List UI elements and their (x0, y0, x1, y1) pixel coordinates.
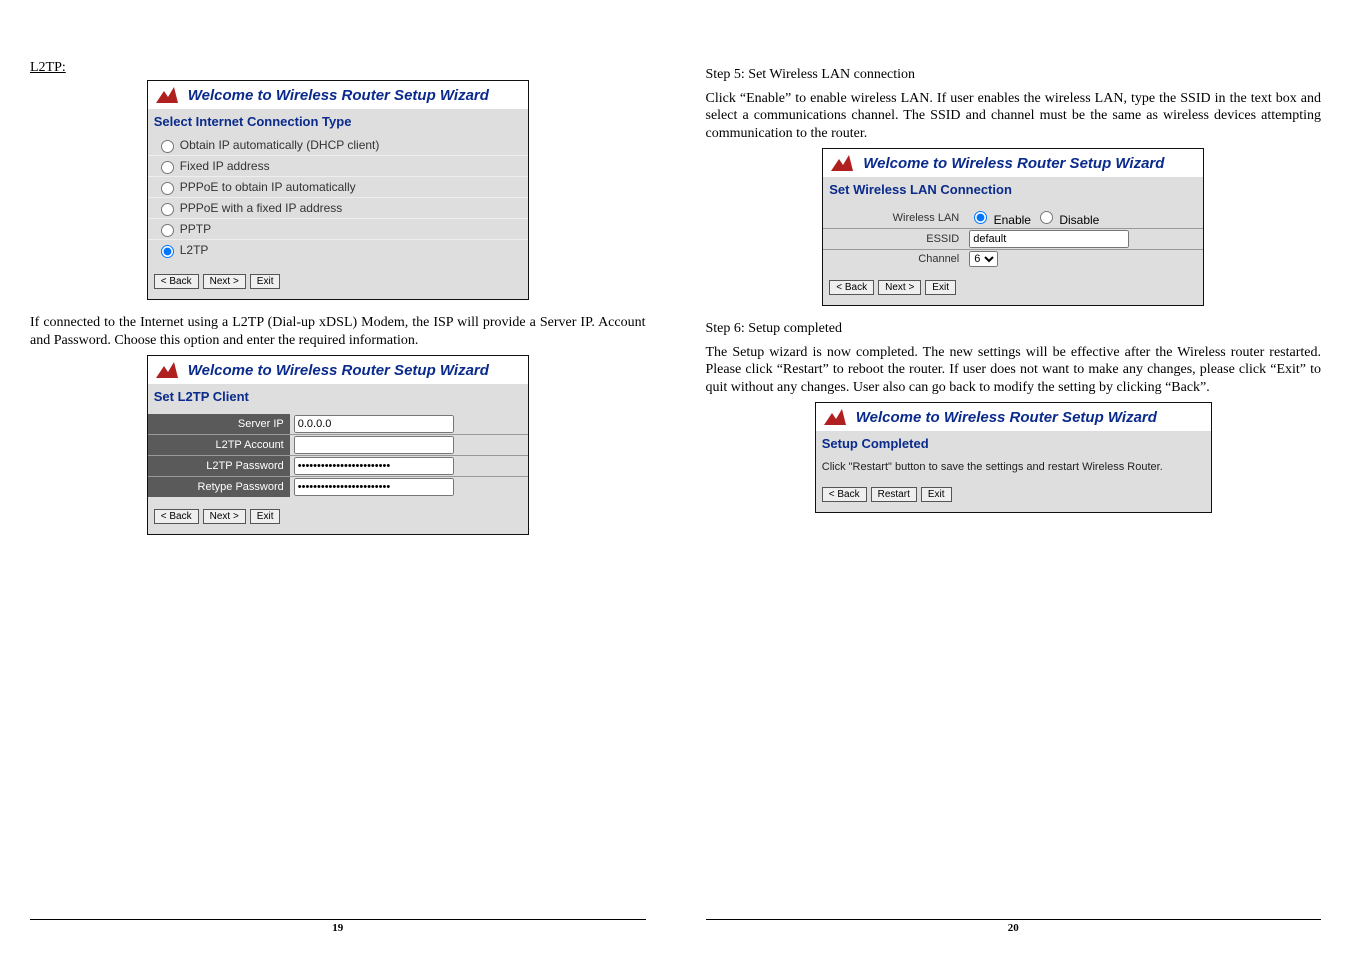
option-label: Fixed IP address (180, 159, 270, 173)
label-l2tp-password: L2TP Password (148, 456, 290, 476)
radio-pppoe-fixed[interactable] (161, 203, 174, 216)
l2tp-password-input[interactable] (294, 457, 454, 475)
page-number-left: 19 (30, 919, 646, 934)
wizard-header: Welcome to Wireless Router Setup Wizard (148, 356, 528, 385)
router-logo-icon (154, 85, 180, 105)
disable-option[interactable]: Disable (1035, 208, 1099, 227)
exit-button[interactable]: Exit (925, 280, 956, 295)
label-channel: Channel (823, 250, 965, 268)
wizard-header: Welcome to Wireless Router Setup Wizard (823, 149, 1203, 178)
option-dhcp[interactable]: Obtain IP automatically (DHCP client) (148, 135, 528, 155)
wizard-l2tp-client: Welcome to Wireless Router Setup Wizard … (147, 355, 529, 535)
option-label: Obtain IP automatically (DHCP client) (180, 138, 380, 152)
option-l2tp[interactable]: L2TP (148, 239, 528, 260)
next-button[interactable]: Next > (203, 509, 246, 524)
label-essid: ESSID (823, 229, 965, 249)
wizard-header: Welcome to Wireless Router Setup Wizard (148, 81, 528, 110)
router-logo-icon (822, 407, 848, 427)
exit-button[interactable]: Exit (921, 487, 952, 502)
page-left-content: L2TP: Welcome to Wireless Router Setup W… (30, 60, 646, 919)
essid-input[interactable] (969, 230, 1129, 248)
page-right: Step 5: Set Wireless LAN connection Clic… (676, 0, 1351, 954)
wizard-title: Welcome to Wireless Router Setup Wizard (188, 87, 489, 104)
wizard-subtitle: Setup Completed (816, 432, 1211, 455)
radio-enable[interactable] (974, 211, 987, 224)
back-button[interactable]: < Back (822, 487, 867, 502)
row-channel: Channel 6 (823, 249, 1203, 268)
page-number-right: 20 (706, 919, 1322, 934)
back-button[interactable]: < Back (154, 509, 199, 524)
wizard-buttons: < Back Restart Exit (816, 475, 1211, 512)
wizard-form: Server IP L2TP Account L2TP Password Ret… (148, 408, 528, 497)
next-button[interactable]: Next > (203, 274, 246, 289)
l2tp-account-input[interactable] (294, 436, 454, 454)
row-retype-password: Retype Password (148, 476, 528, 497)
wizard-options: Obtain IP automatically (DHCP client) Fi… (148, 133, 528, 262)
radio-l2tp[interactable] (161, 245, 174, 258)
exit-button[interactable]: Exit (250, 274, 281, 289)
wizard-select-connection: Welcome to Wireless Router Setup Wizard … (147, 80, 529, 300)
option-pppoe-fixed[interactable]: PPPoE with a fixed IP address (148, 197, 528, 218)
label-server-ip: Server IP (148, 414, 290, 434)
next-button[interactable]: Next > (878, 280, 921, 295)
wizard-subtitle: Select Internet Connection Type (148, 110, 528, 133)
router-logo-icon (829, 153, 855, 173)
enable-option[interactable]: Enable (969, 208, 1031, 227)
row-l2tp-account: L2TP Account (148, 434, 528, 455)
row-essid: ESSID (823, 228, 1203, 249)
restart-button[interactable]: Restart (871, 487, 917, 502)
router-logo-icon (154, 360, 180, 380)
row-wireless-lan: Wireless LAN Enable Disable (823, 207, 1203, 228)
radio-pptp[interactable] (161, 224, 174, 237)
l2tp-heading: L2TP: (30, 60, 646, 76)
option-pppoe-auto[interactable]: PPPoE to obtain IP automatically (148, 176, 528, 197)
disable-label: Disable (1059, 213, 1099, 227)
option-label: PPPoE with a fixed IP address (180, 201, 343, 215)
wireless-lan-radios: Enable Disable (965, 207, 1203, 228)
l2tp-description: If connected to the Internet using a L2T… (30, 314, 646, 349)
option-fixed-ip[interactable]: Fixed IP address (148, 155, 528, 176)
completed-message: Click "Restart" button to save the setti… (816, 455, 1211, 475)
label-l2tp-account: L2TP Account (148, 435, 290, 455)
row-server-ip: Server IP (148, 414, 528, 434)
wizard-title: Welcome to Wireless Router Setup Wizard (856, 409, 1157, 426)
wizard-form: Wireless LAN Enable Disable ESSID Channe… (823, 201, 1203, 268)
step6-paragraph: The Setup wizard is now completed. The n… (706, 344, 1322, 397)
radio-pppoe-auto[interactable] (161, 182, 174, 195)
step5-paragraph: Click “Enable” to enable wireless LAN. I… (706, 90, 1322, 143)
channel-select[interactable]: 6 (969, 251, 998, 267)
wizard-buttons: < Back Next > Exit (148, 497, 528, 534)
option-label: PPTP (180, 222, 211, 236)
wizard-buttons: < Back Next > Exit (823, 268, 1203, 305)
back-button[interactable]: < Back (829, 280, 874, 295)
wizard-title: Welcome to Wireless Router Setup Wizard (188, 362, 489, 379)
page-right-content: Step 5: Set Wireless LAN connection Clic… (706, 60, 1322, 919)
option-label: PPPoE to obtain IP automatically (180, 180, 356, 194)
option-pptp[interactable]: PPTP (148, 218, 528, 239)
enable-label: Enable (994, 213, 1031, 227)
retype-password-input[interactable] (294, 478, 454, 496)
wizard-subtitle: Set Wireless LAN Connection (823, 178, 1203, 201)
step6-heading: Step 6: Setup completed (706, 320, 1322, 338)
radio-fixed-ip[interactable] (161, 161, 174, 174)
wizard-subtitle: Set L2TP Client (148, 385, 528, 408)
label-wireless-lan: Wireless LAN (823, 207, 965, 228)
radio-dhcp[interactable] (161, 140, 174, 153)
row-l2tp-password: L2TP Password (148, 455, 528, 476)
radio-disable[interactable] (1040, 211, 1053, 224)
server-ip-input[interactable] (294, 415, 454, 433)
page-left: L2TP: Welcome to Wireless Router Setup W… (0, 0, 676, 954)
exit-button[interactable]: Exit (250, 509, 281, 524)
wizard-buttons: < Back Next > Exit (148, 262, 528, 299)
label-retype-password: Retype Password (148, 477, 290, 497)
wizard-title: Welcome to Wireless Router Setup Wizard (863, 155, 1164, 172)
wizard-wireless-lan: Welcome to Wireless Router Setup Wizard … (822, 148, 1204, 306)
step5-heading: Step 5: Set Wireless LAN connection (706, 66, 1322, 84)
back-button[interactable]: < Back (154, 274, 199, 289)
wizard-setup-completed: Welcome to Wireless Router Setup Wizard … (815, 402, 1212, 513)
wizard-header: Welcome to Wireless Router Setup Wizard (816, 403, 1211, 432)
option-label: L2TP (180, 243, 209, 257)
